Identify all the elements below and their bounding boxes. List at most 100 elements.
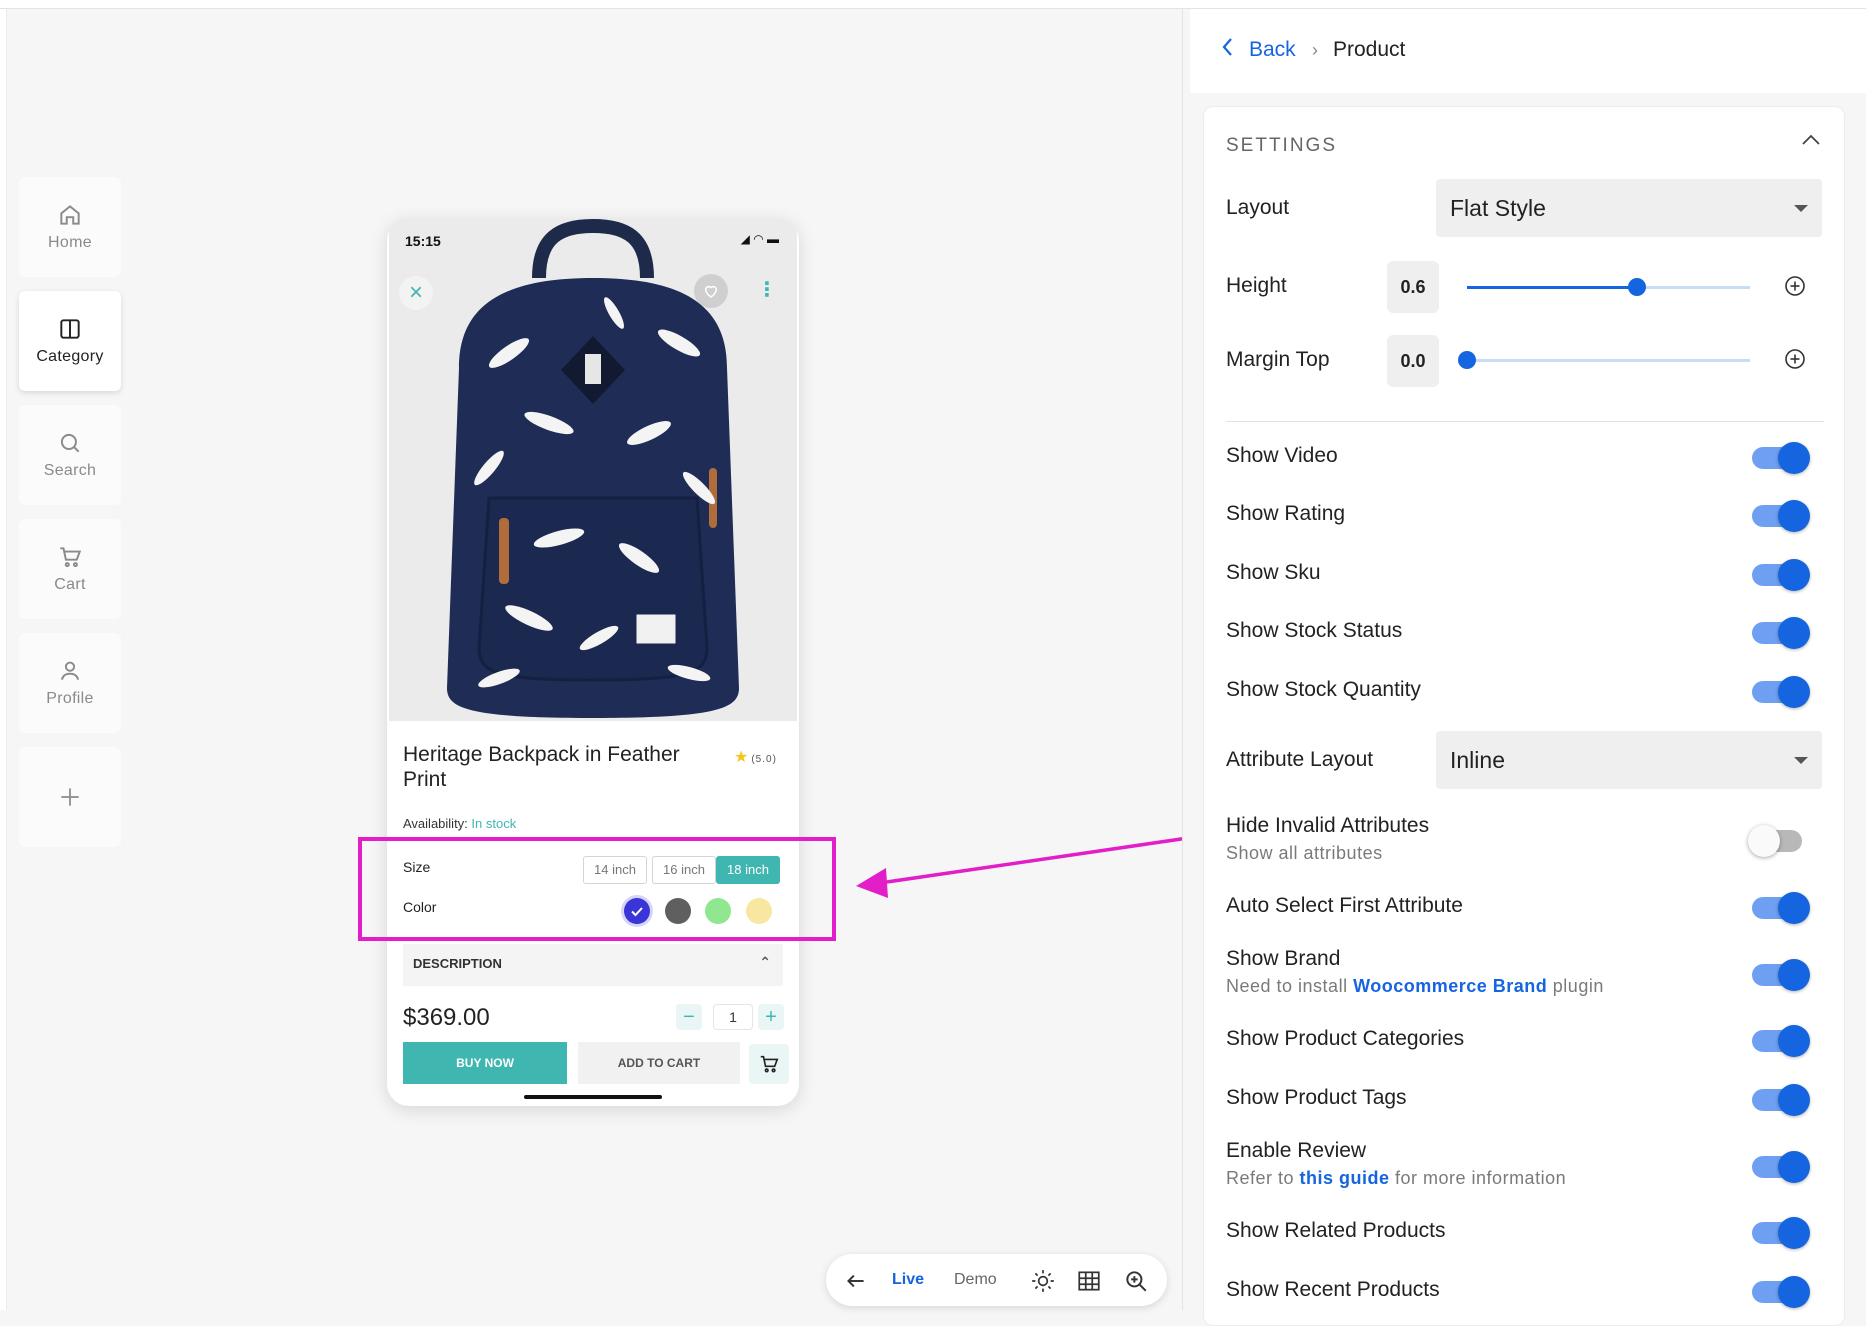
- woocommerce-brand-link[interactable]: Woocommerce Brand: [1353, 976, 1547, 996]
- toggle-show-stock-quantity[interactable]: [1752, 676, 1810, 708]
- toggle-label: Show Rating: [1226, 502, 1346, 525]
- status-icons: ◢ ◠ ▬: [740, 232, 779, 246]
- toggle-sublabel: Refer to this guide for more information: [1226, 1168, 1567, 1188]
- profile-icon: [60, 661, 80, 680]
- toggle-show-sku[interactable]: [1752, 559, 1810, 591]
- buy-now-button[interactable]: BUY NOW: [403, 1042, 567, 1084]
- plus-circle-icon[interactable]: [1784, 275, 1806, 297]
- toggle-show-product-categories[interactable]: [1752, 1025, 1810, 1057]
- close-icon[interactable]: ×: [399, 276, 433, 310]
- category-icon: [60, 319, 80, 339]
- nav-label: Cart: [54, 576, 86, 593]
- toggle-show-video[interactable]: [1752, 442, 1810, 474]
- height-slider[interactable]: [1467, 278, 1750, 296]
- toggle-label: Show Stock Quantity: [1226, 678, 1421, 701]
- quantity-decrease-button[interactable]: −: [676, 1004, 702, 1030]
- height-label: Height: [1226, 274, 1287, 297]
- nav-label: Category: [36, 348, 104, 365]
- top-border: [0, 0, 1866, 9]
- breadcrumb-current: Product: [1333, 38, 1406, 61]
- toggle-sublabel: Need to install Woocommerce Brand plugin: [1226, 976, 1604, 996]
- nav-label: Home: [48, 234, 92, 251]
- sun-icon[interactable]: [1030, 1268, 1056, 1294]
- chevron-up-icon: ⌃: [759, 954, 771, 970]
- section-title: SETTINGS: [1226, 135, 1338, 156]
- slider-fill: [1467, 286, 1637, 289]
- slider-knob[interactable]: [1458, 351, 1476, 369]
- plus-circle-icon[interactable]: [1784, 348, 1806, 370]
- toggle-label: Auto Select First Attribute: [1226, 894, 1463, 917]
- chevron-left-icon[interactable]: [1221, 36, 1235, 63]
- margin-top-label: Margin Top: [1226, 348, 1330, 371]
- arrow-left-icon[interactable]: [843, 1268, 869, 1294]
- nav-item-category[interactable]: Category: [19, 291, 121, 391]
- margin-top-value[interactable]: 0.0: [1387, 335, 1439, 387]
- demo-tab[interactable]: Demo: [954, 1254, 997, 1306]
- toggle-hide-invalid-attributes[interactable]: [1748, 825, 1808, 857]
- toggle-label: Show Sku: [1226, 561, 1321, 584]
- toggle-label: Show Stock Status: [1226, 619, 1403, 642]
- toggle-label: Show Product Tags: [1226, 1086, 1407, 1109]
- star-icon: ★: [734, 749, 750, 766]
- home-indicator: [524, 1095, 662, 1099]
- toggle-label: Show Recent Products: [1226, 1278, 1440, 1301]
- toggle-show-product-tags[interactable]: [1752, 1084, 1810, 1116]
- chevron-right-icon: ›: [1312, 40, 1318, 60]
- caret-down-icon: [1794, 757, 1808, 764]
- attribute-layout-select[interactable]: Inline: [1436, 731, 1822, 789]
- slider-knob[interactable]: [1627, 278, 1646, 296]
- backpack-image: [389, 218, 797, 721]
- nav-add-button[interactable]: [19, 747, 121, 847]
- nav-item-search[interactable]: Search: [19, 405, 121, 505]
- cart-icon-button[interactable]: [749, 1044, 789, 1084]
- zoom-in-icon[interactable]: [1123, 1268, 1149, 1294]
- height-value[interactable]: 0.6: [1387, 261, 1439, 313]
- nav-item-home[interactable]: Home: [19, 177, 121, 277]
- product-image: [389, 218, 797, 721]
- availability: Availability: In stock: [403, 816, 517, 831]
- toggle-sublabel: Show all attributes: [1226, 843, 1383, 863]
- divider: [1226, 421, 1824, 422]
- more-options-icon[interactable]: ⋮: [757, 280, 777, 300]
- toggle-label: Show Product Categories: [1226, 1027, 1465, 1050]
- nav-item-cart[interactable]: Cart: [19, 519, 121, 619]
- live-tab[interactable]: Live: [892, 1254, 924, 1306]
- add-to-cart-button[interactable]: ADD TO CART: [578, 1042, 740, 1084]
- layout-select[interactable]: Flat Style: [1436, 179, 1822, 237]
- quantity-value[interactable]: 1: [713, 1004, 753, 1030]
- toggle-label: Enable Review: [1226, 1139, 1367, 1162]
- quantity-increase-button[interactable]: +: [758, 1004, 784, 1030]
- caret-down-icon: [1794, 205, 1808, 212]
- toggle-label: Hide Invalid Attributes: [1226, 814, 1430, 837]
- nav-label: Profile: [46, 690, 94, 707]
- toggle-auto-select-first-attribute[interactable]: [1752, 892, 1810, 924]
- cart-icon: [760, 1055, 779, 1073]
- description-header[interactable]: DESCRIPTION ⌃: [403, 944, 783, 986]
- attribute-layout-label: Attribute Layout: [1226, 748, 1374, 771]
- toggle-label: Show Brand: [1226, 947, 1341, 970]
- this-guide-link[interactable]: this guide: [1300, 1168, 1390, 1188]
- heart-icon[interactable]: [694, 274, 728, 308]
- product-price: $369.00: [403, 1004, 490, 1031]
- nav-item-profile[interactable]: Profile: [19, 633, 121, 733]
- phone-preview: 15:15 ◢ ◠ ▬ × ⋮ Heritage Backpack in Fea…: [387, 218, 799, 1106]
- search-icon: [60, 433, 80, 453]
- toggle-label: Show Video: [1226, 444, 1338, 467]
- toggle-show-recent-products[interactable]: [1752, 1276, 1810, 1308]
- layout-label: Layout: [1226, 196, 1290, 219]
- chevron-up-icon[interactable]: [1800, 132, 1822, 153]
- preview-toolbar: Live Demo: [826, 1254, 1167, 1306]
- grid-icon[interactable]: [1076, 1268, 1102, 1294]
- margin-top-slider[interactable]: [1458, 351, 1750, 369]
- nav-label: Search: [43, 462, 97, 479]
- toggle-enable-review[interactable]: [1752, 1151, 1810, 1183]
- home-icon: [60, 205, 80, 225]
- left-edge: [0, 9, 7, 1310]
- back-link[interactable]: Back: [1249, 38, 1296, 62]
- toggle-show-brand[interactable]: [1752, 959, 1810, 991]
- toggle-show-rating[interactable]: [1752, 500, 1810, 532]
- toggle-show-stock-status[interactable]: [1752, 617, 1810, 649]
- plus-icon: [61, 788, 79, 806]
- toggle-show-related-products[interactable]: [1752, 1217, 1810, 1249]
- highlight-box-attributes: [358, 837, 836, 941]
